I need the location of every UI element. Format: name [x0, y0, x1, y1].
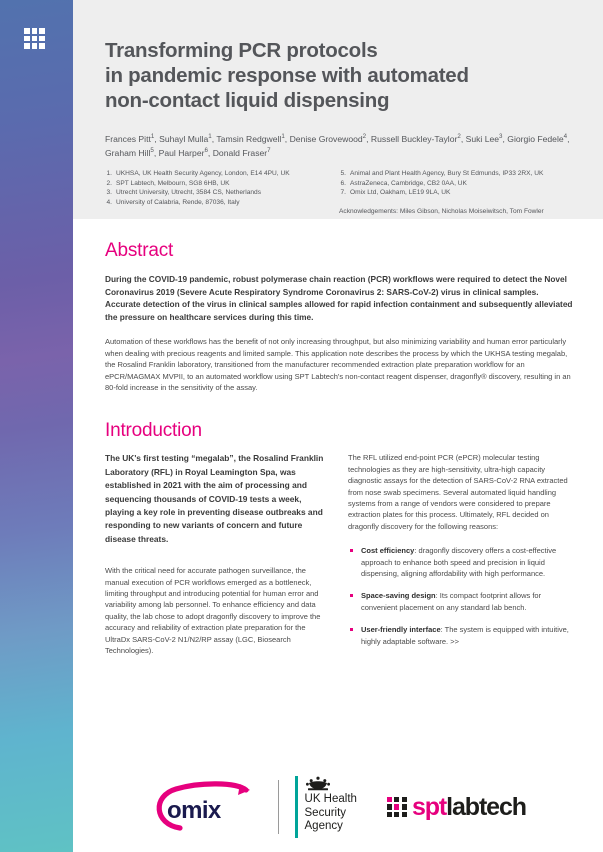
footer-logos: omix UK Health Security Agency sptlabtec…	[73, 762, 603, 852]
document-header-band: Transforming PCR protocols in pandemic r…	[73, 0, 603, 219]
document-body: Abstract During the COVID-19 pandemic, r…	[105, 240, 573, 666]
affiliation-number: 2.	[106, 179, 113, 187]
list-item: Space-saving design: Its compact footpri…	[348, 590, 573, 613]
author-affiliation-marker: 7	[267, 147, 271, 155]
logo-divider	[278, 780, 280, 834]
introduction-right-column: The RFL utilized end-point PCR (ePCR) mo…	[348, 452, 573, 665]
affiliation-item: 7. Omix Ltd, Oakham, LE19 9LA, UK	[339, 188, 573, 197]
author-affiliation-marker: 5	[150, 147, 154, 155]
author-name: Graham Hill	[105, 148, 151, 159]
author-affiliation-marker: 1	[150, 133, 155, 140]
affiliation-number: 7.	[340, 189, 347, 197]
page-title: Transforming PCR protocols in pandemic r…	[105, 38, 573, 113]
ukhsa-logo-right: UK Health Security Agency	[305, 776, 357, 834]
list-item-label: Space-saving design	[361, 591, 436, 601]
introduction-right-body-paragraph: The RFL utilized end-point PCR (ePCR) mo…	[348, 453, 568, 531]
spt-labtech-wordmark: sptlabtech	[411, 792, 527, 822]
grid-3x3-icon	[24, 28, 45, 49]
affiliation-number: 3.	[106, 189, 113, 197]
affiliation-text: Omix Ltd, Oakham, LE19 9LA, UK	[350, 189, 451, 197]
author-name: Donald Fraser	[212, 148, 268, 159]
author-affiliation-marker: 1	[281, 133, 285, 140]
introduction-columns: The UK's first testing “megalab”, the Ro…	[105, 452, 573, 665]
ukhsa-line-1: UK Health	[304, 793, 357, 805]
author-affiliation-marker: 4	[563, 133, 568, 140]
affiliation-number: 5.	[340, 170, 347, 178]
affiliations-left-column: 1. UKHSA, UK Health Security Agency, Lond…	[105, 169, 339, 216]
author-list: Frances Pitt1, Suhayl Mulla1, Tamsin Red…	[105, 133, 570, 159]
affiliation-text: Utrecht University, Utrecht, 3584 CS, Ne…	[116, 189, 261, 197]
abstract-heading: Abstract	[105, 240, 174, 261]
introduction-left-body-paragraph: With the critical need for accurate path…	[105, 566, 321, 656]
author-affiliation-marker: 2	[362, 133, 367, 140]
acknowledgements: Acknowledgements: Miles Gibson, Nicholas…	[339, 207, 544, 215]
affiliations: 1. UKHSA, UK Health Security Agency, Lond…	[105, 169, 573, 216]
introduction-heading: Introduction	[105, 420, 202, 442]
affiliation-text: University of Calabria, Rende, 87036, It…	[116, 198, 240, 206]
abstract-lead-paragraph: During the COVID-19 pandemic, robust pol…	[105, 274, 573, 322]
spt-labtech-logo: sptlabtech	[386, 792, 527, 822]
ukhsa-line-2: Security	[304, 806, 347, 819]
affiliation-text: AstraZeneca, Cambridge, CB2 0AA, UK	[350, 179, 467, 187]
title-line-1: Transforming PCR protocols	[105, 39, 378, 62]
author-affiliation-marker: 3	[499, 133, 503, 140]
affiliation-text: UKHSA, UK Health Security Agency, London…	[116, 170, 290, 178]
affiliation-item: 6. AstraZeneca, Cambridge, CB2 0AA, UK	[339, 179, 573, 188]
author-name: Suki Lee	[465, 133, 500, 144]
author-name: Tamsin Redgwell	[216, 133, 282, 144]
author-name: Russell Buckley-Taylor	[370, 133, 458, 144]
ukhsa-wordmark: UK Health Security Agency	[305, 793, 357, 834]
document-page: Transforming PCR protocols in pandemic r…	[0, 0, 603, 852]
abstract-body-paragraph: Automation of these workflows has the be…	[105, 337, 571, 392]
ukhsa-teal-bar	[295, 776, 298, 838]
royal-crown-icon	[305, 776, 330, 791]
ukhsa-logo: UK Health Security Agency	[295, 776, 357, 838]
affiliation-number: 6.	[340, 179, 347, 187]
affiliation-number: 1.	[106, 170, 113, 178]
author-name: Giorgio Fedele	[507, 133, 564, 144]
list-item: Cost efficiency: dragonfly discovery off…	[348, 545, 573, 579]
author-name: Frances Pitt	[105, 133, 151, 144]
affiliation-text: SPT Labtech, Melbourn, SG8 6HB, UK	[116, 179, 230, 187]
author-affiliation-marker: 6	[204, 147, 208, 155]
introduction-left-column: The UK's first testing “megalab”, the Ro…	[105, 452, 330, 665]
author-affiliation-marker: 1	[208, 133, 212, 140]
author-name: Denise Grovewood	[289, 133, 363, 144]
omix-logo: omix	[150, 780, 262, 834]
omix-wordmark: omix	[167, 797, 221, 824]
labtech-word: labtech	[446, 792, 527, 821]
ukhsa-line-3: Agency	[304, 820, 343, 832]
affiliation-number: 4.	[106, 198, 113, 206]
title-line-3: non-contact liquid dispensing	[105, 89, 390, 112]
reasons-bullet-list: Cost efficiency: dragonfly discovery off…	[348, 545, 573, 647]
introduction-lead-paragraph: The UK's first testing “megalab”, the Ro…	[105, 453, 324, 544]
affiliation-item: 3. Utrecht University, Utrecht, 3584 CS, …	[105, 188, 339, 197]
sidebar-gradient-rail	[0, 0, 73, 852]
author-name: Paul Harper	[158, 148, 205, 159]
spt-grid-icon	[386, 797, 407, 817]
affiliation-item: 4. University of Calabria, Rende, 87036, …	[105, 198, 339, 207]
spt-word: spt	[411, 792, 447, 821]
affiliations-right-column: 5. Animal and Plant Health Agency, Bury S…	[339, 169, 573, 216]
list-item-label: Cost efficiency	[361, 546, 415, 556]
author-name: Suhayl Mulla	[159, 133, 209, 144]
affiliation-item: 5. Animal and Plant Health Agency, Bury S…	[339, 169, 573, 178]
affiliation-text: Animal and Plant Health Agency, Bury St …	[350, 170, 544, 178]
title-line-2: in pandemic response with automated	[105, 64, 469, 87]
author-affiliation-marker: 2	[457, 133, 461, 140]
header-content: Transforming PCR protocols in pandemic r…	[105, 38, 573, 216]
affiliation-item: 2. SPT Labtech, Melbourn, SG8 6HB, UK	[105, 179, 339, 188]
list-item: User-friendly interface: The system is e…	[348, 624, 573, 647]
affiliation-item: 1. UKHSA, UK Health Security Agency, Lond…	[105, 169, 339, 178]
list-item-label: User-friendly interface	[361, 625, 441, 635]
